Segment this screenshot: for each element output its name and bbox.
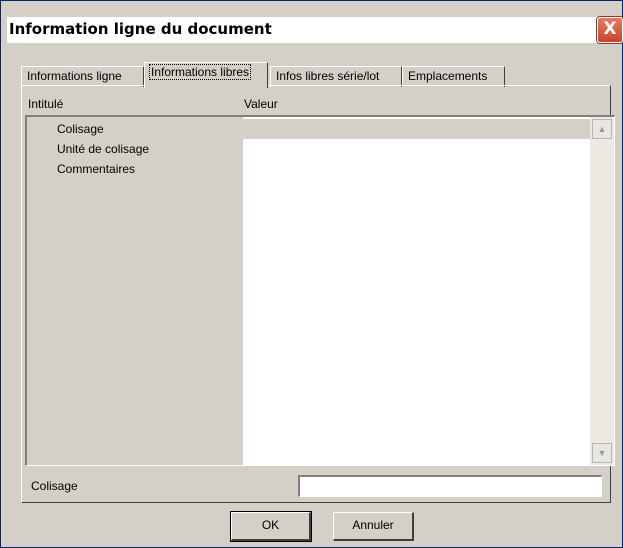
tab-label: Infos libres série/lot bbox=[276, 69, 380, 83]
tab-infos-libres-serie-lot[interactable]: Infos libres série/lot bbox=[270, 66, 402, 87]
scroll-up-icon[interactable]: ▲ bbox=[592, 119, 612, 139]
value-input[interactable] bbox=[298, 475, 602, 497]
row-label: Colisage bbox=[57, 122, 104, 136]
scroll-down-icon[interactable]: ▼ bbox=[592, 443, 612, 463]
tab-emplacements[interactable]: Emplacements bbox=[402, 66, 505, 87]
list-row-colisage[interactable]: Colisage bbox=[27, 119, 591, 139]
tab-label: Informations ligne bbox=[27, 69, 122, 83]
tab-informations-ligne[interactable]: Informations ligne bbox=[21, 66, 144, 87]
ok-button[interactable]: OK bbox=[231, 512, 311, 541]
tab-informations-libres[interactable]: Informations libres bbox=[144, 62, 268, 88]
list-row-unite-de-colisage[interactable]: Unité de colisage bbox=[27, 139, 591, 159]
column-header-value[interactable]: Valeur bbox=[244, 97, 278, 111]
tab-label: Emplacements bbox=[408, 69, 488, 83]
list-row-commentaires[interactable]: Commentaires bbox=[27, 159, 591, 179]
title-bar: Information ligne du document X bbox=[7, 17, 623, 43]
column-header-label[interactable]: Intitulé bbox=[28, 97, 63, 111]
cancel-button[interactable]: Annuler bbox=[333, 512, 414, 541]
row-label: Unité de colisage bbox=[57, 142, 150, 156]
value-field-label: Colisage bbox=[31, 479, 78, 493]
dialog-window: Information ligne du document X Informat… bbox=[0, 0, 623, 548]
window-title: Information ligne du document bbox=[9, 20, 272, 38]
tab-label: Informations libres bbox=[148, 64, 252, 80]
close-icon[interactable]: X bbox=[597, 17, 623, 43]
vertical-scrollbar[interactable]: ▲ ▼ bbox=[590, 117, 614, 465]
properties-list[interactable]: Colisage Unité de colisage Commentaires … bbox=[25, 115, 615, 466]
row-label: Commentaires bbox=[57, 162, 136, 176]
